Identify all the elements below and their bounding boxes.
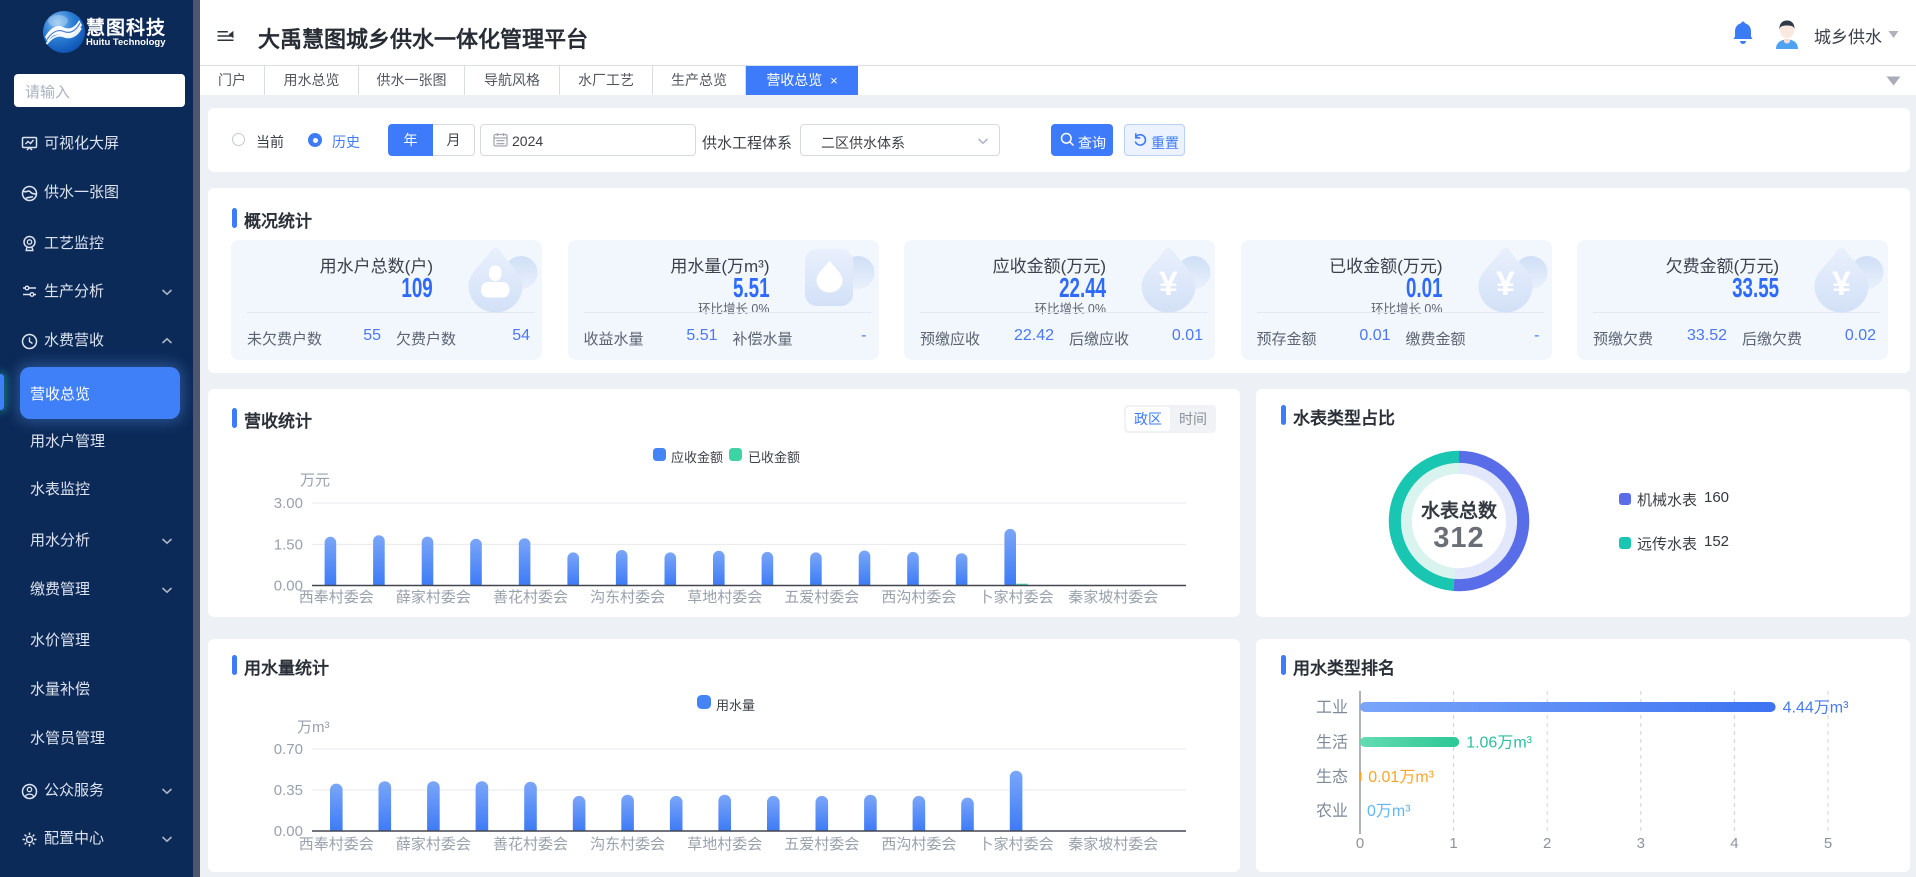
svg-text:¥: ¥ [1496,265,1515,303]
svg-text:沟东村委会: 沟东村委会 [590,589,665,606]
svg-text:3.00: 3.00 [274,495,303,512]
svg-text:1.50: 1.50 [274,536,303,553]
svg-text:农业: 农业 [1316,802,1348,820]
svg-text:西奉村委会: 西奉村委会 [299,588,374,606]
svg-text:0.70: 0.70 [274,741,303,758]
svg-text:草地村委会: 草地村委会 [687,589,762,606]
svg-text:卜家村委会: 卜家村委会 [979,589,1054,606]
svg-text:0万m³: 0万m³ [1367,803,1411,820]
svg-text:五爱村委会: 五爱村委会 [784,836,859,853]
svg-text:西沟村委会: 西沟村委会 [881,836,956,853]
svg-text:0.35: 0.35 [274,782,303,799]
svg-text:卜家村委会: 卜家村委会 [979,836,1054,853]
svg-text:3: 3 [1637,835,1645,852]
svg-text:生态: 生态 [1316,768,1348,786]
svg-text:¥: ¥ [1832,265,1851,303]
svg-text:水表总数: 水表总数 [1421,499,1498,522]
svg-text:工业: 工业 [1316,699,1348,717]
svg-text:1.06万m³: 1.06万m³ [1466,735,1532,752]
svg-text:薛家村委会: 薛家村委会 [396,589,471,606]
svg-text:秦家坡村委会: 秦家坡村委会 [1068,836,1158,853]
svg-text:万元: 万元 [300,472,330,489]
svg-text:五爱村委会: 五爱村委会 [784,589,859,606]
svg-text:312: 312 [1433,522,1484,554]
svg-text:草地村委会: 草地村委会 [687,836,762,853]
svg-text:善花村委会: 善花村委会 [493,836,568,853]
svg-text:2: 2 [1543,835,1551,852]
svg-text:沟东村委会: 沟东村委会 [590,836,665,853]
svg-text:5: 5 [1824,835,1832,852]
svg-text:万m³: 万m³ [297,719,330,736]
svg-text:西沟村委会: 西沟村委会 [881,589,956,606]
svg-text:善花村委会: 善花村委会 [493,589,568,606]
svg-text:¥: ¥ [1159,265,1178,303]
svg-text:0: 0 [1356,835,1364,852]
svg-text:生活: 生活 [1316,734,1348,752]
svg-text:秦家坡村委会: 秦家坡村委会 [1068,589,1158,606]
svg-text:4: 4 [1730,835,1738,852]
svg-text:0.01万m³: 0.01万m³ [1368,769,1434,786]
svg-text:西奉村委会: 西奉村委会 [299,835,374,853]
svg-text:薛家村委会: 薛家村委会 [396,836,471,853]
svg-text:4.44万m³: 4.44万m³ [1783,700,1849,717]
svg-text:1: 1 [1449,835,1457,852]
